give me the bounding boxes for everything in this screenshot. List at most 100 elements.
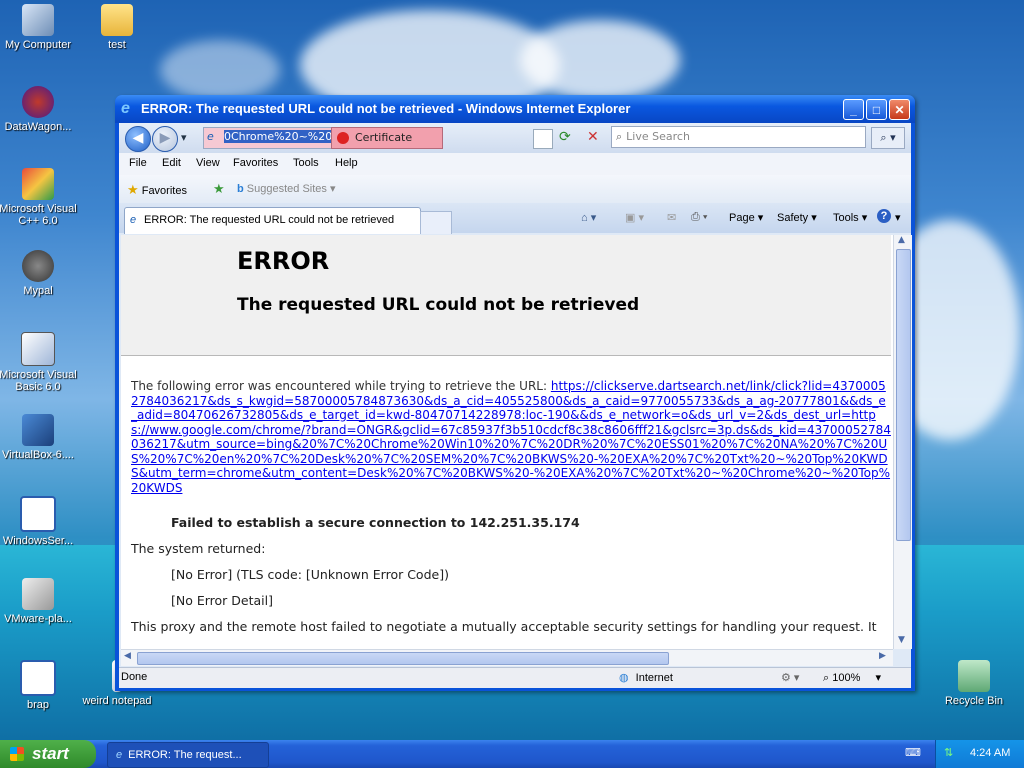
desktop-icon-vmware[interactable]: VMware-pla... xyxy=(0,578,80,625)
desktop-icon-windowsserver[interactable]: WindowsSer... xyxy=(0,496,80,547)
desktop-icon-virtualbox[interactable]: VirtualBox-6.... xyxy=(0,414,80,461)
network-icon[interactable]: ⇅ xyxy=(944,746,953,759)
brap-icon xyxy=(20,660,56,696)
tab-active[interactable]: e ERROR: The requested URL could not be … xyxy=(124,207,421,234)
maximize-button[interactable]: □ xyxy=(866,99,887,120)
datawagon-icon xyxy=(22,86,54,118)
new-tab-button[interactable] xyxy=(420,211,452,234)
bing-icon: b xyxy=(237,183,244,195)
window-client: ◀ ▶ ▾ e 0Chrome%20~%20Top%20KWDS ▾ Certi… xyxy=(119,123,912,688)
star-icon: ★ xyxy=(127,182,139,197)
failed-message: Failed to establish a secure connection … xyxy=(171,515,580,530)
desktop-icon-datawagon[interactable]: DataWagon... xyxy=(0,86,80,133)
minimize-button[interactable]: _ xyxy=(843,99,864,120)
read-mail-icon[interactable]: ✉ xyxy=(667,211,676,224)
visual-basic-icon xyxy=(21,332,55,366)
error-heading: ERROR xyxy=(237,247,330,275)
menu-help[interactable]: Help xyxy=(335,157,358,169)
desktop-icon-test[interactable]: test xyxy=(75,4,159,51)
zoom-dropdown-icon: ▾ xyxy=(875,672,881,684)
protected-mode-icon[interactable]: ⚙ ▾ xyxy=(781,671,799,684)
clock[interactable]: 4:24 AM xyxy=(970,747,1010,759)
desktop-icon-brap[interactable]: brap xyxy=(0,660,80,711)
menu-favorites[interactable]: Favorites xyxy=(233,157,278,169)
horizontal-scrollbar[interactable]: ◀ ▶ xyxy=(121,649,893,666)
tab-row: e ERROR: The requested URL could not be … xyxy=(119,203,911,234)
desktop-icon-recycle-bin[interactable]: Recycle Bin xyxy=(932,660,1016,707)
window-app-icon xyxy=(20,496,56,532)
home-icon[interactable]: ⌂ ▾ xyxy=(581,211,596,224)
status-bar: Done ◍ Internet ⚙ ▾ ⌕ 100% ▾ xyxy=(119,667,911,688)
globe-icon: ◍ xyxy=(619,672,629,684)
no-error-text: [No Error] (TLS code: [Unknown Error Cod… xyxy=(171,567,449,582)
scroll-left-icon[interactable]: ◀ xyxy=(124,651,131,661)
desktop-icon-my-computer[interactable]: My Computer xyxy=(0,4,80,51)
taskbar-ie-task[interactable]: e ERROR: The request... xyxy=(107,742,269,768)
ie-window[interactable]: e ERROR: The requested URL could not be … xyxy=(115,95,915,691)
shield-error-icon xyxy=(337,132,349,144)
vmware-icon xyxy=(22,578,54,610)
scroll-up-icon[interactable]: ▲ xyxy=(898,235,905,245)
safety-menu[interactable]: Safety ▾ xyxy=(777,211,817,224)
favorites-button[interactable]: ★ Favorites xyxy=(127,182,187,198)
desktop-icon-visual-cpp[interactable]: Microsoft Visual C++ 6.0 xyxy=(0,168,80,227)
back-button[interactable]: ◀ xyxy=(125,126,151,152)
visual-cpp-icon xyxy=(22,168,54,200)
menu-file[interactable]: File xyxy=(129,157,147,169)
forward-button[interactable]: ▶ xyxy=(152,126,178,152)
system-tray: ⇅ 4:24 AM xyxy=(935,740,1024,768)
history-dropdown-icon[interactable]: ▾ xyxy=(181,131,187,144)
zoom-icon: ⌕ xyxy=(823,672,830,684)
desktop-icon-mypal[interactable]: Mypal xyxy=(0,250,80,297)
close-button[interactable]: ✕ xyxy=(889,99,910,120)
search-icon[interactable]: ⌕ ▾ xyxy=(871,127,905,149)
failed-url-link[interactable]: https://clickserve.dartsearch.net/link/c… xyxy=(131,379,891,495)
stop-icon[interactable]: ✕ xyxy=(587,129,599,145)
page-menu[interactable]: Page ▾ xyxy=(729,211,763,224)
status-text: Done xyxy=(121,671,148,683)
start-button[interactable]: start xyxy=(0,740,96,768)
zoom-control[interactable]: ⌕ 100% ▾ xyxy=(823,671,881,685)
help-dropdown-icon[interactable]: ▾ xyxy=(895,211,901,224)
zone-indicator[interactable]: ◍ Internet xyxy=(619,671,673,684)
no-error-detail-text: [No Error Detail] xyxy=(171,593,273,608)
search-icon-left: ⌕ xyxy=(616,130,623,143)
my-computer-icon xyxy=(22,4,54,36)
menu-edit[interactable]: Edit xyxy=(162,157,181,169)
desktop-icon-visual-basic[interactable]: Microsoft Visual Basic 6.0 xyxy=(0,332,80,393)
suggested-sites-button[interactable]: b Suggested Sites ▾ xyxy=(237,182,336,195)
refresh-icon[interactable]: ⟳ xyxy=(559,129,571,145)
certificate-error-button[interactable]: Certificate Error xyxy=(331,127,443,164)
vertical-scrollbar[interactable]: ▲ ▼ xyxy=(893,235,912,649)
menu-tools[interactable]: Tools xyxy=(293,157,319,169)
taskbar-ie-icon: e xyxy=(116,749,123,761)
favorites-bar: ★ Favorites ★ b Suggested Sites ▾ xyxy=(119,175,911,203)
search-input[interactable]: ⌕ Live Search xyxy=(611,126,866,148)
error-subheading: The requested URL could not be retrieved xyxy=(237,295,640,315)
print-icon[interactable]: ⎙ ▾ xyxy=(691,211,707,224)
scroll-down-icon[interactable]: ▼ xyxy=(898,635,905,645)
menu-view[interactable]: View xyxy=(196,157,220,169)
system-returned-label: The system returned: xyxy=(131,541,266,556)
error-header: ERROR The requested URL could not be ret… xyxy=(121,235,891,356)
keyboard-icon[interactable]: ⌨ xyxy=(905,746,921,759)
folder-icon xyxy=(101,4,133,36)
window-titlebar[interactable]: e ERROR: The requested URL could not be … xyxy=(115,95,915,123)
horizontal-scroll-thumb[interactable] xyxy=(137,652,669,665)
address-toolbar: ◀ ▶ ▾ e 0Chrome%20~%20Top%20KWDS ▾ Certi… xyxy=(119,123,911,164)
proxy-explanation: This proxy and the remote host failed to… xyxy=(131,619,877,634)
vertical-scroll-thumb[interactable] xyxy=(896,249,911,541)
feeds-icon[interactable]: ▣ ▾ xyxy=(625,211,644,224)
compatibility-icon[interactable] xyxy=(533,129,553,149)
ie-icon: e xyxy=(121,100,130,117)
page-content: ERROR The requested URL could not be ret… xyxy=(121,235,893,649)
error-intro: The following error was encountered whil… xyxy=(131,379,891,495)
scroll-right-icon[interactable]: ▶ xyxy=(879,651,886,661)
tools-menu[interactable]: Tools ▾ xyxy=(833,211,867,224)
taskbar: start e ERROR: The request... ⌨ ⇅ 4:24 AM xyxy=(0,740,1024,768)
page-icon: e xyxy=(207,130,214,143)
help-icon[interactable]: ? xyxy=(877,209,891,223)
window-title: ERROR: The requested URL could not be re… xyxy=(141,101,631,116)
windows-logo-icon xyxy=(10,747,24,761)
add-favorite-icon[interactable]: ★ xyxy=(213,181,225,197)
